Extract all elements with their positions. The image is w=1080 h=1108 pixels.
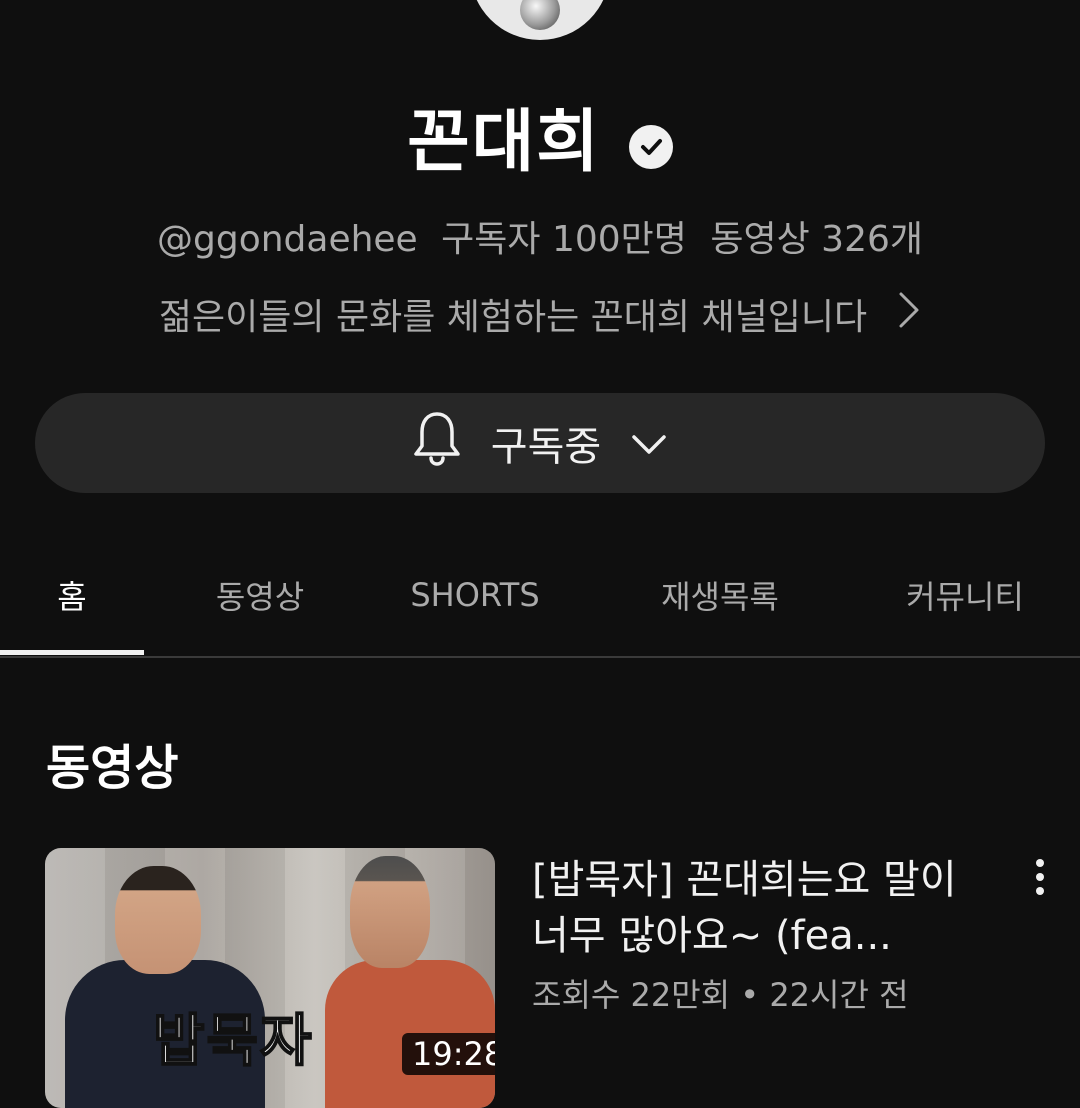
video-age: 22시간 전 [769, 976, 909, 1014]
video-views: 조회수 22만회 [532, 976, 731, 1014]
meta-separator: • [740, 976, 760, 1014]
avatar-image [520, 0, 560, 30]
channel-name: 꼰대희 [407, 103, 601, 182]
thumbnail-person [115, 866, 201, 974]
tab-playlists[interactable]: 재생목록 [600, 540, 840, 650]
subscribed-button[interactable]: 구독중 [35, 393, 1045, 493]
subscribed-label: 구독중 [490, 424, 602, 470]
channel-description: 젊은이들의 문화를 체험하는 꼰대희 채널입니다 [158, 297, 868, 338]
tab-home[interactable]: 홈 [0, 540, 144, 650]
video-meta: 조회수 22만회 • 22시간 전 [532, 970, 909, 1016]
channel-meta: @ggondaehee 구독자 100만명 동영상 326개 [0, 210, 1080, 262]
subscriber-count: 구독자 100만명 [441, 219, 687, 260]
channel-description-link[interactable]: 젊은이들의 문화를 체험하는 꼰대희 채널입니다 [0, 288, 1080, 340]
video-thumbnail[interactable]: 밥묵자 19:28 [45, 848, 495, 1108]
video-duration: 19:28 [402, 1033, 495, 1075]
channel-tabs: 홈 동영상 SHORTS 재생목록 커뮤니티 [0, 540, 1080, 658]
active-tab-indicator [0, 650, 144, 655]
chevron-right-icon [897, 290, 921, 339]
channel-handle: @ggondaehee [156, 219, 418, 260]
tab-videos[interactable]: 동영상 [150, 540, 370, 650]
section-title[interactable]: 동영상 [46, 728, 178, 798]
video-title[interactable]: [밥묵자] 꼰대희는요 말이 너무 많아요~ (fea... [532, 852, 1002, 964]
check-circle-icon [628, 124, 673, 169]
thumbnail-caption: 밥묵자 [152, 1008, 314, 1075]
tab-shorts[interactable]: SHORTS [370, 540, 580, 650]
tab-community[interactable]: 커뮤니티 [850, 540, 1080, 650]
video-count: 동영상 326개 [710, 219, 924, 260]
thumbnail-person [350, 856, 430, 968]
channel-header: 꼰대희 [0, 86, 1080, 185]
avatar[interactable] [470, 0, 610, 40]
more-vert-icon[interactable] [1020, 852, 1060, 902]
chevron-down-icon [631, 420, 667, 466]
bell-icon [413, 410, 461, 476]
